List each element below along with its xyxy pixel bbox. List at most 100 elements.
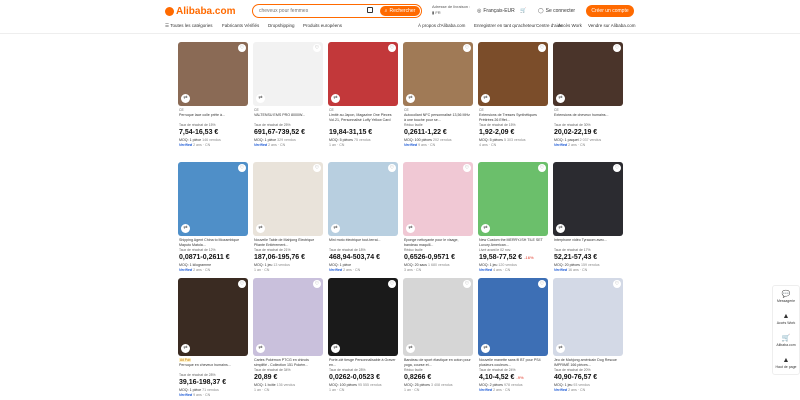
compare-icon[interactable]: ⇄ — [556, 224, 565, 233]
nav-dropshipping[interactable]: Dropshipping — [268, 23, 295, 28]
product-title[interactable]: VALTENSU EMS PRO 8000W... — [254, 113, 322, 122]
favorite-icon[interactable]: ♡ — [538, 44, 546, 52]
favorite-icon[interactable]: ♡ — [313, 164, 321, 172]
compare-icon[interactable]: ⇄ — [181, 224, 190, 233]
delivery-address[interactable]: Adresse de livraison : ▮ FR — [432, 4, 470, 16]
product-title[interactable]: Porte-clé tiesge Personnalisable à Grave… — [329, 358, 397, 367]
product-image[interactable]: ♡ ⇄ — [253, 162, 323, 236]
favorite-icon[interactable]: ♡ — [388, 164, 396, 172]
product-image[interactable]: ♡ ⇄ — [178, 42, 248, 106]
compare-icon[interactable]: ⇄ — [331, 94, 340, 103]
compare-icon[interactable]: ⇄ — [481, 224, 490, 233]
product-image[interactable]: ♡ ⇄ — [478, 162, 548, 236]
product-image[interactable]: ♡ ⇄ — [178, 278, 248, 356]
side-item[interactable]: 💬 Messagerie — [773, 286, 799, 308]
favorite-icon[interactable]: ♡ — [238, 280, 246, 288]
nav-verified[interactable]: Fabricants Vérifiés — [222, 23, 259, 28]
compare-icon[interactable]: ⇄ — [406, 344, 415, 353]
nav-register-buyer[interactable]: Enregistrer en tant qu'acheteur — [474, 23, 536, 28]
side-item-icon: 🛒 — [781, 335, 791, 342]
product-image[interactable]: ♡ ⇄ — [403, 278, 473, 356]
product-title[interactable]: Perruque en cheveux humains... — [179, 363, 247, 372]
compare-icon[interactable]: ⇄ — [406, 94, 415, 103]
favorite-icon[interactable]: ♡ — [388, 44, 396, 52]
product-title[interactable]: Autocollant NFC personnalisé 13,56 MHz à… — [404, 113, 472, 122]
product-image[interactable]: ♡ ⇄ — [328, 278, 398, 356]
product-image[interactable]: ♡ ⇄ — [553, 162, 623, 236]
compare-icon[interactable]: ⇄ — [256, 224, 265, 233]
product-subinfo: Taux de réachat de 12% — [179, 248, 216, 252]
product-title[interactable]: Shipping Agent China to Mozambique Maput… — [179, 238, 247, 247]
nav-all-categories[interactable]: ☰ Toutes les catégories — [165, 23, 212, 29]
product-image[interactable]: ♡ ⇄ — [178, 162, 248, 236]
product-title[interactable]: Interphone vidéo Tyracom avec... — [554, 238, 622, 247]
nav-about[interactable]: À propos d'Alibaba.com — [418, 23, 465, 28]
favorite-icon[interactable]: ♡ — [313, 44, 321, 52]
favorite-icon[interactable]: ♡ — [463, 164, 471, 172]
product-image[interactable]: ♡ ⇄ — [253, 278, 323, 356]
nav-access-work[interactable]: Accès Work — [558, 23, 582, 28]
alibaba-logo-icon — [165, 7, 174, 16]
favorite-icon[interactable]: ♡ — [538, 164, 546, 172]
product-image[interactable]: ♡ ⇄ — [403, 42, 473, 106]
product-title[interactable]: Extensions de Tresses Synthétiques Préti… — [479, 113, 547, 122]
compare-icon[interactable]: ⇄ — [481, 94, 490, 103]
product-image[interactable]: ♡ ⇄ — [253, 42, 323, 106]
signin-link[interactable]: ◯ Se connecter — [538, 8, 575, 14]
product-title[interactable]: Perruque lace colle prête à... — [179, 113, 247, 122]
favorite-icon[interactable]: ♡ — [463, 44, 471, 52]
favorite-icon[interactable]: ♡ — [613, 280, 621, 288]
deliver-country: ▮ FR — [432, 10, 441, 15]
favorite-icon[interactable]: ♡ — [238, 44, 246, 52]
product-moq: MOQ: 25 pièces 3 408 vendus — [404, 383, 453, 387]
signup-button[interactable]: Créer un compte — [586, 5, 634, 17]
product-subinfo: Réduc facile — [404, 248, 423, 252]
product-image[interactable]: ♡ ⇄ — [403, 162, 473, 236]
product-title[interactable]: Mini moto électrique tout-terrai... — [329, 238, 397, 247]
favorite-icon[interactable]: ♡ — [613, 44, 621, 52]
side-item-label: Haut de page — [775, 365, 797, 369]
product-title[interactable]: Éponge nettoyante pour le visage, bandea… — [404, 238, 472, 247]
cart-button[interactable]: 🛒 — [520, 8, 526, 14]
product-image[interactable]: ♡ ⇄ — [478, 278, 548, 356]
nav-sell[interactable]: Vendre sur Alibaba.com — [588, 23, 636, 28]
compare-icon[interactable]: ⇄ — [331, 224, 340, 233]
compare-icon[interactable]: ⇄ — [256, 344, 265, 353]
side-item[interactable]: ▲ Accès Work — [773, 308, 799, 330]
product-title[interactable]: Nouvelle Table de Mahjong Électrique Pli… — [254, 238, 322, 247]
favorite-icon[interactable]: ♡ — [238, 164, 246, 172]
side-item[interactable]: ▲ Haut de page — [773, 352, 799, 374]
product-image[interactable]: ♡ ⇄ — [478, 42, 548, 106]
product-title[interactable]: Limité au Japon, Magazine One Pieces Vol… — [329, 113, 397, 122]
alibaba-logo[interactable]: Alibaba.com — [165, 6, 235, 17]
product-image[interactable]: ♡ ⇄ — [553, 278, 623, 356]
product-image[interactable]: ♡ ⇄ — [328, 162, 398, 236]
product-title[interactable]: Nouvelle manette sans fil BT pour PS4 pl… — [479, 358, 547, 367]
product-image[interactable]: ♡ ⇄ — [328, 42, 398, 106]
product-title[interactable]: Cartes Pokémon PTCG en chinois simplifié… — [254, 358, 322, 367]
language-selector[interactable]: ◎ Français-EUR — [477, 8, 515, 14]
product-image[interactable]: ♡ ⇄ — [553, 42, 623, 106]
compare-icon[interactable]: ⇄ — [181, 344, 190, 353]
compare-icon[interactable]: ⇄ — [181, 94, 190, 103]
product-title[interactable]: Jeu de Mahjong américain Dog Rescue IMPR… — [554, 358, 622, 367]
compare-icon[interactable]: ⇄ — [556, 344, 565, 353]
favorite-icon[interactable]: ♡ — [613, 164, 621, 172]
compare-icon[interactable]: ⇄ — [556, 94, 565, 103]
product-title[interactable]: New Custom the MERRY-ISH TILE SET Luxury… — [479, 238, 547, 247]
compare-icon[interactable]: ⇄ — [406, 224, 415, 233]
favorite-icon[interactable]: ♡ — [313, 280, 321, 288]
search-input[interactable] — [259, 6, 359, 16]
favorite-icon[interactable]: ♡ — [388, 280, 396, 288]
compare-icon[interactable]: ⇄ — [331, 344, 340, 353]
search-button[interactable]: ⌕ Rechercher — [380, 6, 420, 16]
nav-european[interactable]: Produits européens — [303, 23, 342, 28]
favorite-icon[interactable]: ♡ — [463, 280, 471, 288]
product-title[interactable]: Extensions de cheveux humains... — [554, 113, 622, 122]
compare-icon[interactable]: ⇄ — [256, 94, 265, 103]
product-title[interactable]: Bandeau de sport élastique en coton pour… — [404, 358, 472, 367]
compare-icon[interactable]: ⇄ — [481, 344, 490, 353]
side-item[interactable]: 🛒 Alibaba.com — [773, 330, 799, 352]
favorite-icon[interactable]: ♡ — [538, 280, 546, 288]
camera-icon[interactable] — [367, 7, 373, 13]
